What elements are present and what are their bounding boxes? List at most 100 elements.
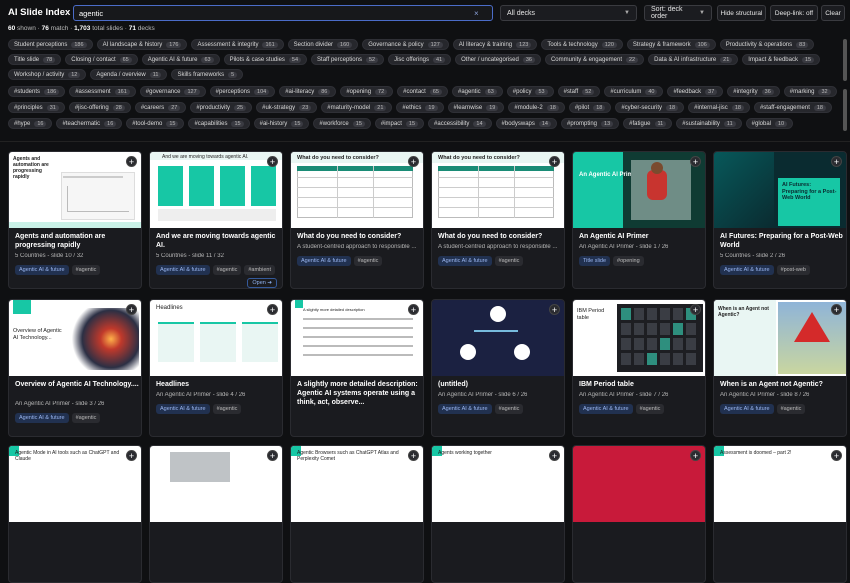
tag-chip[interactable]: #opening 72 [340, 86, 394, 97]
tag-chip[interactable]: #hype 16 [8, 118, 53, 129]
tag-chip[interactable]: #assessment 161 [69, 86, 136, 97]
tag-chip[interactable]: #global 10 [745, 118, 794, 129]
category-chip[interactable]: Tools & technology 120 [541, 39, 623, 50]
category-chip[interactable]: Agenda / overview 11 [90, 69, 168, 80]
add-slide-icon[interactable]: + [408, 450, 419, 461]
open-button[interactable]: Open ➔ [247, 278, 277, 288]
card-category[interactable]: Agentic AI & future [15, 413, 69, 423]
add-slide-icon[interactable]: + [831, 156, 842, 167]
tag-chip[interactable]: #ai-history 15 [253, 118, 310, 129]
tag-chip[interactable]: #fatigue 11 [623, 118, 673, 129]
add-slide-icon[interactable]: + [267, 304, 278, 315]
tag-chip[interactable]: #ethics 19 [396, 102, 444, 113]
add-slide-icon[interactable]: + [690, 156, 701, 167]
tag-chip[interactable]: #bodyswaps 14 [495, 118, 557, 129]
tag-chip[interactable]: #capabilities 15 [188, 118, 250, 129]
slide-card[interactable]: What do you need to consider? + What do y… [290, 151, 424, 289]
category-chip[interactable]: AI landscape & history 176 [96, 39, 188, 50]
card-category[interactable]: Agentic AI & future [15, 265, 69, 275]
tag-chip[interactable]: #governance 127 [139, 86, 206, 97]
category-chip[interactable]: Skills frameworks 5 [171, 69, 244, 80]
card-tag[interactable]: #agentic [776, 404, 806, 414]
tag-chip[interactable]: #principles 31 [8, 102, 65, 113]
tag-chip[interactable]: #curriculum 40 [604, 86, 664, 97]
tag-chip[interactable]: #pilot 18 [568, 102, 612, 113]
tag-chip[interactable]: #tool-demo 15 [126, 118, 185, 129]
tag-chip[interactable]: #perceptions 104 [209, 86, 276, 97]
slide-card[interactable]: A slightly more detailed description + A … [290, 299, 424, 437]
card-category[interactable]: Title slide [579, 256, 611, 266]
add-slide-icon[interactable]: + [549, 450, 560, 461]
slide-thumbnail[interactable]: And we are moving towards agentic AI. [150, 152, 282, 228]
tag-chip[interactable]: #maturity-model 21 [321, 102, 393, 113]
slide-thumbnail[interactable]: When is an Agent not Agentic? [714, 300, 846, 376]
deep-link-toggle[interactable]: Deep-link: off [770, 5, 818, 21]
card-category[interactable]: Agentic AI & future [720, 265, 774, 275]
tag-chip[interactable]: #accessibility 14 [428, 118, 492, 129]
category-chip[interactable]: Jisc offerings 41 [388, 54, 452, 65]
tag-chip[interactable]: #agentic 63 [451, 86, 503, 97]
slide-card[interactable]: Overview of Agentic AI Technology... + Ov… [8, 299, 142, 437]
slide-card[interactable]: AI Futures: Preparing for a Post-Web Wor… [713, 151, 847, 289]
card-tag[interactable]: #agentic [494, 256, 524, 266]
slide-card[interactable]: An Agentic AI Primer + An Agentic AI Prim… [572, 151, 706, 289]
tag-chip[interactable]: #staff 52 [557, 86, 601, 97]
slide-card[interactable]: When is an Agent not Agentic? + When is a… [713, 299, 847, 437]
tag-chip[interactable]: #staff-engagement 18 [753, 102, 832, 113]
slide-card[interactable]: IBM Period table + IBM Period table An Age… [572, 299, 706, 437]
card-category[interactable]: Agentic AI & future [438, 256, 492, 266]
category-chip[interactable]: AI literacy & training 123 [452, 39, 538, 50]
slide-card[interactable]: Headlines + Headlines An Agentic AI Primer… [149, 299, 283, 437]
slide-thumbnail[interactable] [573, 446, 705, 522]
slide-thumbnail[interactable]: What do you need to consider? [291, 152, 423, 228]
slide-thumbnail[interactable]: Headlines [150, 300, 282, 376]
category-chip[interactable]: Closing / contact 65 [65, 54, 138, 65]
add-slide-icon[interactable]: + [267, 156, 278, 167]
search-input[interactable] [79, 8, 474, 18]
card-tag[interactable]: #opening [613, 256, 644, 266]
tag-chip[interactable]: #workforce 15 [313, 118, 371, 129]
slide-thumbnail[interactable]: Agentic Browsers such as ChatGPT Atlas a… [291, 446, 423, 522]
tag-chip[interactable]: #productivity 25 [190, 102, 253, 113]
tag-chip[interactable]: #feedback 37 [667, 86, 724, 97]
tag-scrollbar[interactable] [843, 89, 847, 131]
tag-chip[interactable]: #uk-strategy 23 [256, 102, 318, 113]
tag-chip[interactable]: #learnwise 19 [447, 102, 505, 113]
card-tag[interactable]: #agentic [71, 413, 101, 423]
category-chip[interactable]: Governance & policy 127 [362, 39, 449, 50]
tag-chip[interactable]: #integrity 36 [727, 86, 780, 97]
add-slide-icon[interactable]: + [549, 304, 560, 315]
slide-thumbnail[interactable]: Agents working together [432, 446, 564, 522]
card-category[interactable]: Agentic AI & future [156, 265, 210, 275]
slide-thumbnail[interactable]: Agentic Mode in AI tools such as ChatGPT… [9, 446, 141, 522]
add-slide-icon[interactable]: + [831, 450, 842, 461]
slide-thumbnail[interactable]: A slightly more detailed description [291, 300, 423, 376]
category-chip[interactable]: Staff perceptions 52 [311, 54, 385, 65]
category-chip[interactable]: Data & AI infrastructure 21 [648, 54, 739, 65]
add-slide-icon[interactable]: + [126, 304, 137, 315]
hide-structural-button[interactable]: Hide structural [717, 5, 766, 21]
category-chip[interactable]: Community & engagement 22 [544, 54, 645, 65]
slide-thumbnail[interactable]: What do you need to consider? [432, 152, 564, 228]
category-chip[interactable]: Agentic AI & future 63 [141, 54, 220, 65]
slide-thumbnail[interactable]: Agents and automation are progressing ra… [9, 152, 141, 228]
category-chip[interactable]: Pilots & case studies 54 [223, 54, 308, 65]
tag-chip[interactable]: #cyber-security 18 [615, 102, 685, 113]
tag-chip[interactable]: #careers 27 [134, 102, 187, 113]
add-slide-icon[interactable]: + [690, 450, 701, 461]
add-slide-icon[interactable]: + [549, 156, 560, 167]
category-chip[interactable]: Workshop / activity 12 [8, 69, 87, 80]
tag-chip[interactable]: #internal-jisc 18 [688, 102, 750, 113]
card-category[interactable]: Agentic AI & future [438, 404, 492, 414]
add-slide-icon[interactable]: + [267, 450, 278, 461]
card-tag[interactable]: #agentic [71, 265, 101, 275]
card-category[interactable]: Agentic AI & future [720, 404, 774, 414]
slide-card[interactable]: Agents and automation are progressing ra… [8, 151, 142, 289]
card-tag[interactable]: #agentic [353, 256, 383, 266]
tag-chip[interactable]: #students 186 [8, 86, 66, 97]
clear-search-icon[interactable]: × [474, 9, 479, 18]
clear-button[interactable]: Clear [821, 5, 845, 21]
category-scrollbar[interactable] [843, 39, 847, 81]
tag-chip[interactable]: #jisc-offering 28 [68, 102, 131, 113]
slide-card[interactable]: What do you need to consider? + What do y… [431, 151, 565, 289]
